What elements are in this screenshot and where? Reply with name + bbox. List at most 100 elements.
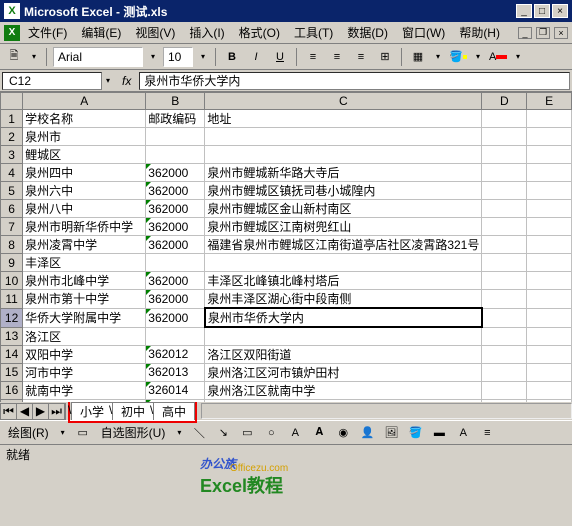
- rectangle-icon[interactable]: ▭: [237, 423, 257, 443]
- line-color-icon[interactable]: ▬: [429, 423, 449, 443]
- cell[interactable]: [527, 164, 572, 182]
- cell[interactable]: [482, 381, 527, 399]
- tab-elementary[interactable]: 小学: [71, 402, 113, 420]
- cell[interactable]: [482, 308, 527, 327]
- cell[interactable]: [527, 345, 572, 363]
- col-header-A[interactable]: A: [23, 93, 146, 110]
- cell[interactable]: [482, 272, 527, 290]
- horizontal-scrollbar[interactable]: [201, 403, 572, 419]
- cell[interactable]: 邮政编码: [146, 110, 205, 128]
- menu-tools[interactable]: 工具(T): [288, 22, 339, 43]
- col-header-C[interactable]: C: [205, 93, 482, 110]
- col-header-B[interactable]: B: [146, 93, 205, 110]
- cell[interactable]: [527, 254, 572, 272]
- picture-icon[interactable]: 🖼: [381, 423, 401, 443]
- cell[interactable]: [482, 110, 527, 128]
- cell[interactable]: [146, 254, 205, 272]
- new-icon[interactable]: 🗎: [4, 47, 24, 67]
- cell[interactable]: [482, 164, 527, 182]
- cell[interactable]: 362000: [146, 308, 205, 327]
- cell[interactable]: 就南中学: [23, 381, 146, 399]
- worksheet-grid[interactable]: A B C D E 1学校名称邮政编码地址2泉州市3鲤城区4泉州四中362000…: [0, 92, 572, 402]
- cell[interactable]: 362000: [146, 218, 205, 236]
- formula-input[interactable]: 泉州市华侨大学内: [139, 72, 570, 90]
- tab-next-icon[interactable]: ▶: [33, 404, 49, 419]
- cell[interactable]: [482, 290, 527, 309]
- diagram-icon[interactable]: ◉: [333, 423, 353, 443]
- cell[interactable]: [482, 182, 527, 200]
- cell[interactable]: [205, 146, 482, 164]
- row-header[interactable]: 6: [1, 200, 23, 218]
- row-header[interactable]: 9: [1, 254, 23, 272]
- cell[interactable]: [527, 236, 572, 254]
- tab-junior[interactable]: 初中: [112, 402, 154, 420]
- select-all-corner[interactable]: [1, 93, 23, 110]
- cell[interactable]: 362000: [146, 200, 205, 218]
- cell[interactable]: [527, 381, 572, 399]
- maximize-button[interactable]: □: [534, 4, 550, 18]
- row-header[interactable]: 16: [1, 381, 23, 399]
- cell[interactable]: 双阳中学: [23, 345, 146, 363]
- bold-button[interactable]: B: [222, 47, 242, 67]
- cell[interactable]: 泉州八中: [23, 200, 146, 218]
- row-header[interactable]: 13: [1, 327, 23, 345]
- line-icon[interactable]: ＼: [189, 423, 209, 443]
- menu-format[interactable]: 格式(O): [233, 22, 286, 43]
- menu-insert[interactable]: 插入(I): [183, 22, 230, 43]
- cell[interactable]: [482, 218, 527, 236]
- align-right-button[interactable]: ≡: [351, 47, 371, 67]
- tab-prev-icon[interactable]: ◀: [17, 404, 33, 419]
- menu-help[interactable]: 帮助(H): [453, 22, 506, 43]
- cell[interactable]: [482, 345, 527, 363]
- cell[interactable]: [482, 327, 527, 345]
- cell[interactable]: [146, 128, 205, 146]
- row-header[interactable]: 5: [1, 182, 23, 200]
- cell[interactable]: 362012: [146, 345, 205, 363]
- cell[interactable]: [482, 254, 527, 272]
- cell[interactable]: 鲤城区: [23, 146, 146, 164]
- row-header[interactable]: 14: [1, 345, 23, 363]
- wordart-icon[interactable]: 𝐀: [309, 423, 329, 443]
- cell[interactable]: 362000: [146, 272, 205, 290]
- cell[interactable]: 学校名称: [23, 110, 146, 128]
- cell[interactable]: 泉州市鲤城区镇抚司巷小城隍内: [205, 182, 482, 200]
- cell[interactable]: [482, 236, 527, 254]
- row-header[interactable]: 12: [1, 308, 23, 327]
- menu-window[interactable]: 窗口(W): [396, 22, 451, 43]
- cell[interactable]: 福建省泉州市鲤城区江南街道亭店社区凌霄路321号: [205, 236, 482, 254]
- cell[interactable]: 泉州市北峰中学: [23, 272, 146, 290]
- draw-menu[interactable]: 绘图(R): [4, 424, 53, 441]
- cell[interactable]: [146, 327, 205, 345]
- cell[interactable]: 泉州丰泽区湖心街中段南侧: [205, 290, 482, 309]
- tab-first-icon[interactable]: ⏮: [1, 404, 17, 419]
- cell[interactable]: [527, 128, 572, 146]
- fill-color-button[interactable]: 🪣: [448, 47, 468, 67]
- cell[interactable]: [482, 399, 527, 402]
- cell[interactable]: 泉州市明新华侨中学: [23, 218, 146, 236]
- font-color-icon[interactable]: A: [453, 423, 473, 443]
- arrow-icon[interactable]: ↘: [213, 423, 233, 443]
- cell[interactable]: 丰泽区: [23, 254, 146, 272]
- row-header[interactable]: 4: [1, 164, 23, 182]
- menu-file[interactable]: 文件(F): [22, 22, 73, 43]
- cell[interactable]: 泉州市鲤城新华路大寺后: [205, 164, 482, 182]
- row-header[interactable]: 11: [1, 290, 23, 309]
- cell[interactable]: [527, 308, 572, 327]
- align-left-button[interactable]: ≡: [303, 47, 323, 67]
- fill-icon[interactable]: 🪣: [405, 423, 425, 443]
- row-header[interactable]: 15: [1, 363, 23, 381]
- cell[interactable]: [527, 363, 572, 381]
- cell[interactable]: [482, 146, 527, 164]
- menu-data[interactable]: 数据(D): [341, 22, 394, 43]
- autoshapes-menu[interactable]: 自选图形(U): [97, 424, 170, 441]
- minimize-button[interactable]: _: [516, 4, 532, 18]
- underline-button[interactable]: U: [270, 47, 290, 67]
- tab-senior[interactable]: 高中: [153, 402, 195, 420]
- close-button[interactable]: ×: [552, 4, 568, 18]
- menu-edit[interactable]: 编辑(E): [75, 22, 127, 43]
- cell[interactable]: [205, 128, 482, 146]
- cell[interactable]: 华侨大学附属中学: [23, 308, 146, 327]
- cell[interactable]: [527, 327, 572, 345]
- fx-icon[interactable]: fx: [122, 74, 131, 88]
- cell[interactable]: 洛江区双阳街道: [205, 345, 482, 363]
